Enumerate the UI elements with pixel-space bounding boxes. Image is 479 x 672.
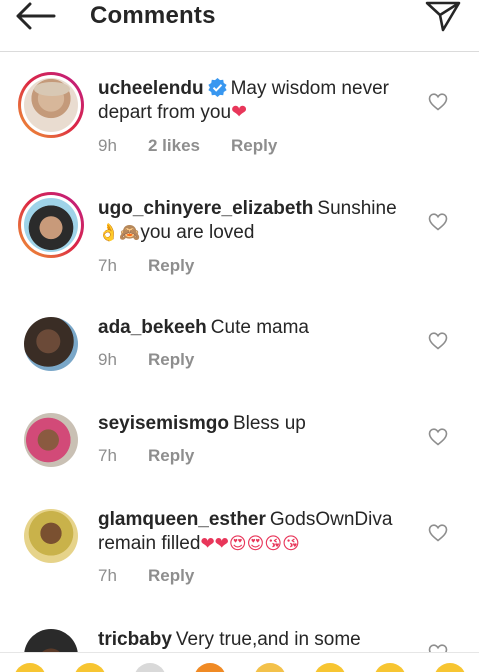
quick-emoji-bar bbox=[0, 652, 479, 672]
emoji-button[interactable] bbox=[314, 663, 346, 672]
comment-body: seyisemismgo Bless up bbox=[98, 412, 418, 436]
like-heart-icon[interactable] bbox=[428, 523, 448, 543]
like-heart-icon[interactable] bbox=[428, 212, 448, 232]
emoji-button[interactable] bbox=[374, 663, 406, 672]
page-title: Comments bbox=[90, 2, 216, 29]
comment-meta: 7h Reply bbox=[98, 446, 194, 466]
back-button[interactable] bbox=[14, 0, 58, 32]
emoji-button[interactable] bbox=[74, 663, 106, 672]
heart-emoji: ❤ bbox=[231, 102, 247, 123]
comment-body: glamqueen_esther GodsOwnDiva remain fille… bbox=[98, 508, 418, 556]
header-bar: Comments bbox=[0, 0, 479, 52]
emoji-button[interactable] bbox=[134, 663, 166, 672]
emoji-button[interactable] bbox=[254, 663, 286, 672]
reply-button[interactable]: Reply bbox=[148, 566, 194, 586]
comment-username[interactable]: ucheelendu bbox=[98, 78, 204, 99]
avatar[interactable] bbox=[18, 72, 84, 138]
comment-username[interactable]: ada_bekeeh bbox=[98, 317, 207, 338]
like-heart-icon[interactable] bbox=[428, 427, 448, 447]
comment-username[interactable]: glamqueen_esther bbox=[98, 509, 266, 530]
comment-text-start: Sunshine bbox=[317, 198, 397, 219]
comment-time: 7h bbox=[98, 446, 117, 465]
comment-meta: 9h 2 likes Reply bbox=[98, 136, 277, 156]
comment-body: ada_bekeeh Cute mama bbox=[98, 316, 418, 340]
comment-time: 9h bbox=[98, 350, 117, 369]
comment-body: tricbaby Very true,and in some bbox=[98, 628, 418, 652]
comment-body: ugo_chinyere_elizabeth Sunshine 👌🙈you are … bbox=[98, 197, 418, 245]
comment-meta: 7h Reply bbox=[98, 566, 194, 586]
comment-text: Bless up bbox=[232, 413, 306, 434]
reply-button[interactable]: Reply bbox=[148, 256, 194, 276]
comment-likes[interactable]: 2 likes bbox=[148, 136, 231, 156]
emoji-button[interactable] bbox=[434, 663, 466, 672]
avatar[interactable] bbox=[24, 317, 78, 371]
comment-text: you are loved bbox=[140, 222, 255, 243]
verified-badge-icon bbox=[207, 78, 227, 97]
comment-time: 7h bbox=[98, 256, 117, 275]
comment-text: Very true,and in some bbox=[175, 629, 361, 650]
paper-plane-icon bbox=[425, 1, 461, 32]
comment-body: ucheelendu May wisdom never depart from y… bbox=[98, 77, 418, 125]
comment-meta: 9h Reply bbox=[98, 350, 194, 370]
emoji-button[interactable] bbox=[14, 663, 46, 672]
comment-time: 9h bbox=[98, 136, 117, 155]
comment-username[interactable]: ugo_chinyere_elizabeth bbox=[98, 198, 313, 219]
reply-button[interactable]: Reply bbox=[148, 446, 194, 466]
arrow-left-icon bbox=[16, 2, 56, 30]
comment-username[interactable]: seyisemismgo bbox=[98, 413, 229, 434]
comment-text: Cute mama bbox=[210, 317, 309, 338]
avatar[interactable] bbox=[18, 192, 84, 258]
comment-username[interactable]: tricbaby bbox=[98, 629, 172, 650]
like-heart-icon[interactable] bbox=[428, 92, 448, 112]
comment-emoji: 👌🙈 bbox=[98, 223, 141, 243]
like-heart-icon[interactable] bbox=[428, 331, 448, 351]
avatar[interactable] bbox=[24, 509, 78, 563]
comment-time: 7h bbox=[98, 566, 117, 585]
avatar[interactable] bbox=[24, 413, 78, 467]
comment-meta: 7h Reply bbox=[98, 256, 194, 276]
comment-emoji: ❤❤😍😍😘😘 bbox=[200, 534, 300, 554]
reply-button[interactable]: Reply bbox=[231, 136, 277, 156]
send-button[interactable] bbox=[424, 0, 464, 32]
emoji-button[interactable] bbox=[194, 663, 226, 672]
reply-button[interactable]: Reply bbox=[148, 350, 194, 370]
